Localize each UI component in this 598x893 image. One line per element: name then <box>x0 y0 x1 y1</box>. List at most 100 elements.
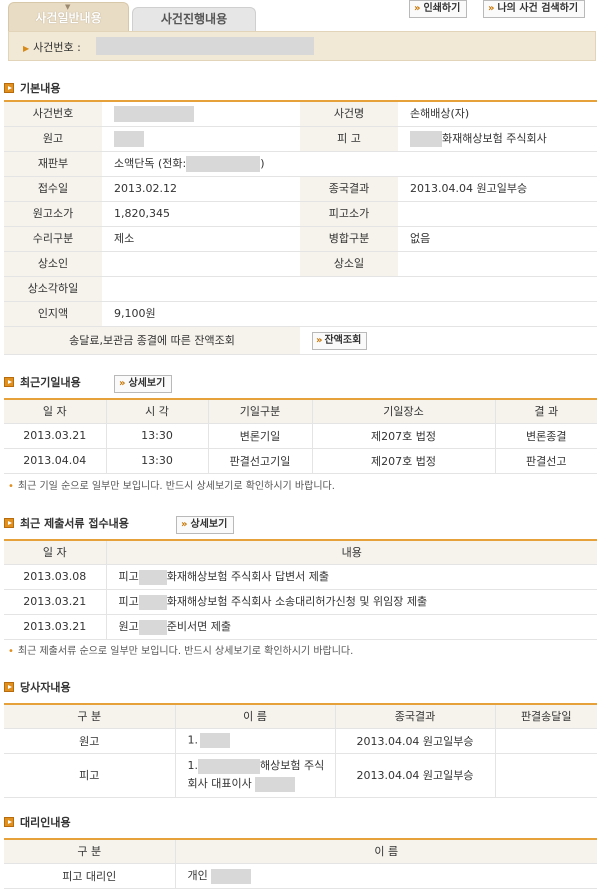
redacted-case-no <box>114 106 194 122</box>
tab-general-info[interactable]: ▼ 사건일반내용 <box>8 2 129 31</box>
party-kind: 피고 <box>4 753 176 798</box>
col-time: 시 각 <box>106 399 209 424</box>
stamp-value: 9,100원 <box>114 307 156 320</box>
appeal-dismiss-label: 상소각하일 <box>4 277 102 301</box>
section-hearings: 최근기일내용 <box>4 375 81 391</box>
documents-note: • 최근 제출서류 순으로 일부만 보입니다. 반드시 상세보기로 확인하시기 바… <box>8 642 353 657</box>
bullet-icon: ▶ <box>23 44 30 53</box>
section-basic-info-title: 기본내용 <box>20 82 61 95</box>
basic-row: 송달료,보관금 종결에 따른 잔액조회 » 잔액조회 <box>4 327 597 355</box>
hearing-date: 2013.04.04 <box>4 448 107 474</box>
col-place: 기일장소 <box>312 399 496 424</box>
appellant-value <box>102 252 300 276</box>
redacted-name <box>138 569 167 585</box>
print-button-label: 인쇄하기 <box>423 3 461 14</box>
col-result: 결 과 <box>495 399 597 424</box>
case-number-bar: ▶ 사건번호 : <box>8 31 596 61</box>
balance-label: 송달료,보관금 종결에 따른 잔액조회 <box>4 327 300 354</box>
basic-row: 상소각하일 <box>4 277 597 302</box>
appeal-dismiss-value <box>102 277 597 301</box>
division-value-prefix: 소액단독 (전화: <box>114 157 187 170</box>
division-value: 소액단독 (전화:) <box>102 152 597 176</box>
double-chevron-icon: » <box>181 519 188 530</box>
basic-row: 상소인 상소일 <box>4 252 597 277</box>
document-date: 2013.03.21 <box>4 589 107 615</box>
division-label: 재판부 <box>4 152 102 176</box>
plaintiff-claim-value: 1,820,345 <box>114 207 170 220</box>
hearing-place: 제207호 법정 <box>312 448 496 474</box>
merge-value: 없음 <box>410 232 431 245</box>
party-index: 1. <box>187 759 199 772</box>
hearing-time: 13:30 <box>106 423 209 449</box>
tab-general-info-label: 사건일반내용 <box>35 11 102 25</box>
balance-inquiry-button[interactable]: » 잔액조회 <box>312 332 368 350</box>
section-bullet-icon <box>4 83 14 93</box>
double-chevron-icon: » <box>119 378 126 389</box>
double-chevron-icon: » <box>316 335 323 346</box>
hearings-note-text: 최근 기일 순으로 일부만 보입니다. 반드시 상세보기로 확인하시기 바랍니다… <box>17 481 335 492</box>
basic-row: 인지액 9,100원 <box>4 302 597 327</box>
agents-header-row: 구 분 이 름 <box>4 839 597 864</box>
document-text: 화재해상보험 주식회사 소송대리허가신청 및 위임장 제출 <box>166 595 428 609</box>
redacted-name <box>255 776 296 792</box>
col-kind: 구 분 <box>4 839 176 864</box>
hearings-detail-label: 상세보기 <box>128 378 166 389</box>
section-basic-info: 기본내용 <box>4 81 60 97</box>
document-text: 화재해상보험 주식회사 답변서 제출 <box>166 570 330 584</box>
basic-row: 수리구분 제소 병합구분 없음 <box>4 227 597 252</box>
case-name-value: 손해배상(자) <box>410 107 470 120</box>
party-result: 2013.04.04 원고일부승 <box>335 728 496 754</box>
section-agents-title: 대리인내용 <box>20 816 71 829</box>
table-row: 2013.03.21 13:30 변론기일 제207호 법정 변론종결 <box>4 423 597 449</box>
agent-name: 개인 <box>175 863 597 889</box>
section-documents-title: 최근 제출서류 접수내용 <box>20 517 129 530</box>
section-bullet-icon <box>4 377 14 387</box>
appellant-label: 상소인 <box>4 252 102 276</box>
merge-label: 병합구분 <box>300 227 398 251</box>
balance-cell: » 잔액조회 <box>300 327 597 354</box>
redacted-name <box>200 733 230 748</box>
table-row: 2013.03.08 피고 화재해상보험 주식회사 답변서 제출 <box>4 564 597 590</box>
double-chevron-icon: » <box>488 3 495 14</box>
hearings-detail-button[interactable]: » 상세보기 <box>114 375 173 393</box>
tab-progress-info[interactable]: 사건진행내용 <box>132 7 256 31</box>
documents-table: 일 자 내용 2013.03.08 피고 화재해상보험 주식회사 답변서 제출 2… <box>4 539 597 640</box>
section-bullet-icon <box>4 518 14 528</box>
party-result: 2013.04.04 원고일부승 <box>335 753 496 798</box>
redacted-defendant <box>410 131 442 147</box>
result-value: 2013.04.04 원고일부승 <box>410 182 528 195</box>
defendant-label: 피 고 <box>300 127 398 151</box>
defendant-value-text: 화재해상보험 주식회사 <box>442 132 547 145</box>
hearing-place: 제207호 법정 <box>312 423 496 449</box>
redacted-name <box>198 758 260 774</box>
party-name: 1. 해상보험 주식 회사 대표이사 <box>175 753 336 798</box>
section-agents: 대리인내용 <box>4 815 71 831</box>
hearings-note: • 최근 기일 순으로 일부만 보입니다. 반드시 상세보기로 확인하시기 바랍니… <box>8 477 335 492</box>
section-hearings-title: 최근기일내용 <box>20 376 81 389</box>
basic-row: 재판부 소액단독 (전화:) <box>4 152 597 177</box>
redacted-name <box>138 619 167 635</box>
tab-active-marker-icon: ▼ <box>65 3 71 11</box>
section-bullet-icon <box>4 682 14 692</box>
table-row: 2013.03.21 원고 준비서면 제출 <box>4 614 597 640</box>
defendant-claim-value <box>398 202 597 226</box>
basic-row: 접수일 2013.02.12 종국결과 2013.04.04 원고일부승 <box>4 177 597 202</box>
redacted-name <box>138 594 167 610</box>
table-row: 원고 1. 2013.04.04 원고일부승 <box>4 728 597 754</box>
my-case-search-label: 나의 사건 검색하기 <box>497 3 579 14</box>
my-case-search-button[interactable]: » 나의 사건 검색하기 <box>483 0 586 18</box>
document-date: 2013.03.21 <box>4 614 107 640</box>
stamp-label: 인지액 <box>4 302 102 326</box>
party-name-text: 회사 대표이사 <box>187 777 252 790</box>
balance-inquiry-label: 잔액조회 <box>324 335 362 346</box>
documents-note-text: 최근 제출서류 순으로 일부만 보입니다. 반드시 상세보기로 확인하시기 바랍… <box>17 646 354 657</box>
hearings-header-row: 일 자 시 각 기일구분 기일장소 결 과 <box>4 399 597 424</box>
filing-date: 2013.02.12 <box>114 182 177 195</box>
documents-detail-button[interactable]: » 상세보기 <box>176 516 235 534</box>
case-number-heading-label: 사건번호 : <box>33 41 81 54</box>
parties-table: 구 분 이 름 종국결과 판결송달일 원고 1. 2013.04.04 원고일부… <box>4 703 597 798</box>
tab-progress-info-label: 사건진행내용 <box>160 12 228 26</box>
document-content: 피고 화재해상보험 주식회사 소송대리허가신청 및 위임장 제출 <box>106 589 597 615</box>
plaintiff-label: 원고 <box>4 127 102 151</box>
print-button[interactable]: » 인쇄하기 <box>409 0 468 18</box>
